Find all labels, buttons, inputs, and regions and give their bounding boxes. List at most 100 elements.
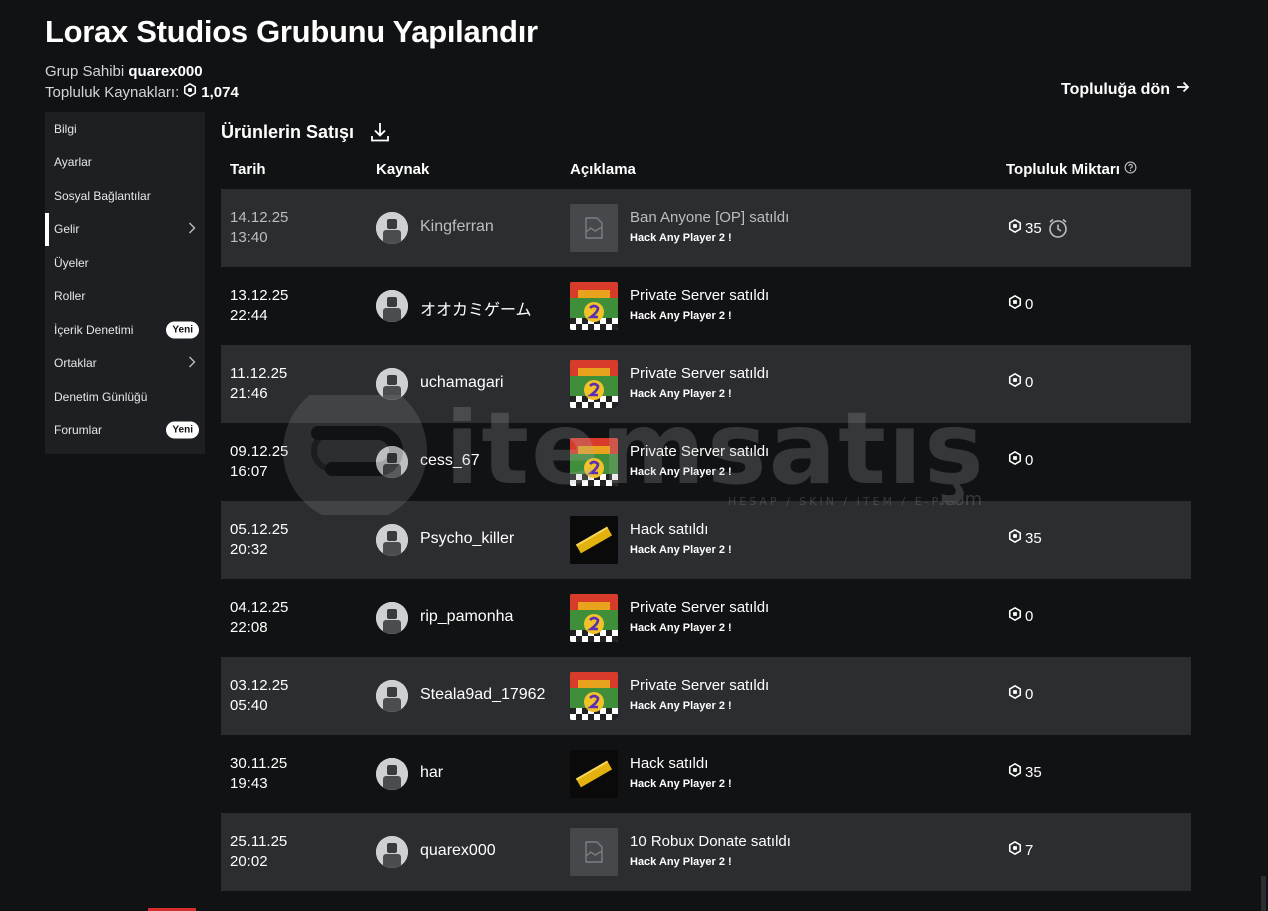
sidebar-item-audit-log[interactable]: Denetim Günlüğü: [45, 380, 205, 414]
download-icon[interactable]: [370, 121, 390, 143]
amount-cell: 35: [1008, 528, 1042, 547]
placeholder-thumbnail: [570, 828, 618, 876]
source-username[interactable]: rip_pamonha: [420, 608, 513, 626]
avatar[interactable]: [376, 290, 408, 322]
sale-title[interactable]: Hack satıldı: [630, 521, 708, 538]
amount-value: 35: [1025, 763, 1042, 781]
scrollbar[interactable]: [1261, 876, 1266, 911]
avatar[interactable]: [376, 212, 408, 244]
sale-date: 05.12.25: [230, 521, 289, 538]
sale-title[interactable]: Hack satıldı: [630, 755, 708, 772]
source-username[interactable]: cess_67: [420, 452, 480, 470]
item-thumbnail[interactable]: [570, 204, 618, 252]
item-thumbnail[interactable]: [570, 282, 618, 330]
sidebar-item-members[interactable]: Üyeler: [45, 246, 205, 280]
sidebar-item-settings[interactable]: Ayarlar: [45, 146, 205, 180]
sales-table: Tarih Kaynak Açıklama Topluluk Miktarı 1…: [221, 151, 1191, 891]
sale-title[interactable]: 10 Robux Donate satıldı: [630, 833, 791, 850]
placeholder-thumbnail: [570, 204, 618, 252]
sidebar-item-affiliates[interactable]: Ortaklar: [45, 347, 205, 381]
new-badge: Yeni: [166, 421, 199, 439]
table-header: Tarih Kaynak Açıklama Topluluk Miktarı: [221, 151, 1191, 189]
item-thumbnail[interactable]: [570, 594, 618, 642]
item-thumbnail[interactable]: [570, 828, 618, 876]
table-row: 13.12.25 22:44 オオカミゲーム Private Server satıl…: [221, 267, 1191, 345]
back-to-community-link[interactable]: Topluluğa dön: [1061, 80, 1190, 99]
avatar[interactable]: [376, 524, 408, 556]
item-thumbnail[interactable]: [570, 438, 618, 486]
experience-name[interactable]: Hack Any Player 2 !: [630, 388, 732, 400]
amount-cell: 35: [1008, 217, 1069, 239]
owner-name[interactable]: quarex000: [128, 63, 202, 80]
source-username[interactable]: Kingferran: [420, 218, 494, 236]
experience-name[interactable]: Hack Any Player 2 !: [630, 622, 732, 634]
experience-name[interactable]: Hack Any Player 2 !: [630, 856, 732, 868]
item-thumbnail[interactable]: [570, 750, 618, 798]
sale-date: 04.12.25: [230, 599, 289, 616]
sidebar: Bilgi Ayarlar Sosyal Bağlantılar Gelir Ü…: [45, 112, 205, 454]
sidebar-item-content-moderation[interactable]: İçerik Denetimi Yeni: [45, 313, 205, 347]
robux-icon: [1008, 218, 1022, 237]
item-thumbnail[interactable]: [570, 672, 618, 720]
sale-datetime: 13.12.25 22:44: [230, 286, 288, 326]
avatar[interactable]: [376, 680, 408, 712]
source-username[interactable]: Steala9ad_17962: [420, 686, 545, 704]
sale-title[interactable]: Ban Anyone [OP] satıldı: [630, 209, 789, 226]
amount-value: 35: [1025, 219, 1042, 237]
sale-datetime: 25.11.25 20:02: [230, 832, 287, 872]
sidebar-item-label: Roller: [54, 289, 86, 304]
experience-name[interactable]: Hack Any Player 2 !: [630, 778, 732, 790]
amount-value: 0: [1025, 451, 1034, 469]
sidebar-item-info[interactable]: Bilgi: [45, 112, 205, 146]
sale-datetime: 05.12.25 20:32: [230, 520, 288, 560]
experience-name[interactable]: Hack Any Player 2 !: [630, 700, 732, 712]
sale-date: 03.12.25: [230, 677, 289, 694]
source-username[interactable]: オオカミゲーム: [420, 296, 532, 320]
sidebar-item-social-links[interactable]: Sosyal Bağlantılar: [45, 179, 205, 213]
source-username[interactable]: Psycho_killer: [420, 530, 514, 548]
source-username[interactable]: har: [420, 764, 443, 782]
group-funds: Topluluk Kaynakları: 1,074: [45, 82, 239, 101]
sale-date: 09.12.25: [230, 443, 289, 460]
amount-value: 0: [1025, 685, 1034, 703]
avatar[interactable]: [376, 602, 408, 634]
table-row: 03.12.25 05:40 Steala9ad_17962 Private Serv…: [221, 657, 1191, 735]
avatar[interactable]: [376, 368, 408, 400]
sidebar-item-revenue[interactable]: Gelir: [45, 212, 205, 246]
amount-cell: 0: [1008, 294, 1033, 313]
game-thumbnail: [570, 282, 618, 330]
robux-icon: [1008, 840, 1022, 859]
item-thumbnail[interactable]: [570, 516, 618, 564]
sale-title[interactable]: Private Server satıldı: [630, 599, 769, 616]
robux-icon: [1008, 762, 1022, 781]
sale-title[interactable]: Private Server satıldı: [630, 443, 769, 460]
game-thumbnail: [570, 594, 618, 642]
item-thumbnail[interactable]: [570, 360, 618, 408]
experience-name[interactable]: Hack Any Player 2 !: [630, 466, 732, 478]
source-username[interactable]: uchamagari: [420, 374, 504, 392]
sidebar-item-roles[interactable]: Roller: [45, 280, 205, 314]
sale-title[interactable]: Private Server satıldı: [630, 287, 769, 304]
amount-cell: 0: [1008, 606, 1033, 625]
alarm-clock-icon[interactable]: [1047, 217, 1069, 239]
robux-icon: [1008, 294, 1022, 313]
experience-name[interactable]: Hack Any Player 2 !: [630, 544, 732, 556]
experience-name[interactable]: Hack Any Player 2 !: [630, 310, 732, 322]
sale-title[interactable]: Private Server satıldı: [630, 365, 769, 382]
help-icon[interactable]: [1124, 161, 1137, 178]
avatar[interactable]: [376, 836, 408, 868]
back-link-label: Topluluğa dön: [1060, 80, 1170, 98]
chevron-right-icon: [188, 355, 196, 371]
avatar[interactable]: [376, 446, 408, 478]
experience-name[interactable]: Hack Any Player 2 !: [630, 232, 732, 244]
sidebar-item-forums[interactable]: Forumlar Yeni: [45, 414, 205, 448]
arrow-right-icon: [1176, 80, 1190, 99]
sale-date: 14.12.25: [230, 209, 289, 226]
sidebar-item-label: Üyeler: [54, 255, 89, 270]
avatar[interactable]: [376, 758, 408, 790]
source-username[interactable]: quarex000: [420, 842, 496, 860]
sale-title[interactable]: Private Server satıldı: [630, 677, 769, 694]
table-row: 09.12.25 16:07 cess_67 Private Server satıl…: [221, 423, 1191, 501]
sidebar-item-label: Ayarlar: [54, 155, 92, 170]
amount-value: 0: [1025, 373, 1034, 391]
